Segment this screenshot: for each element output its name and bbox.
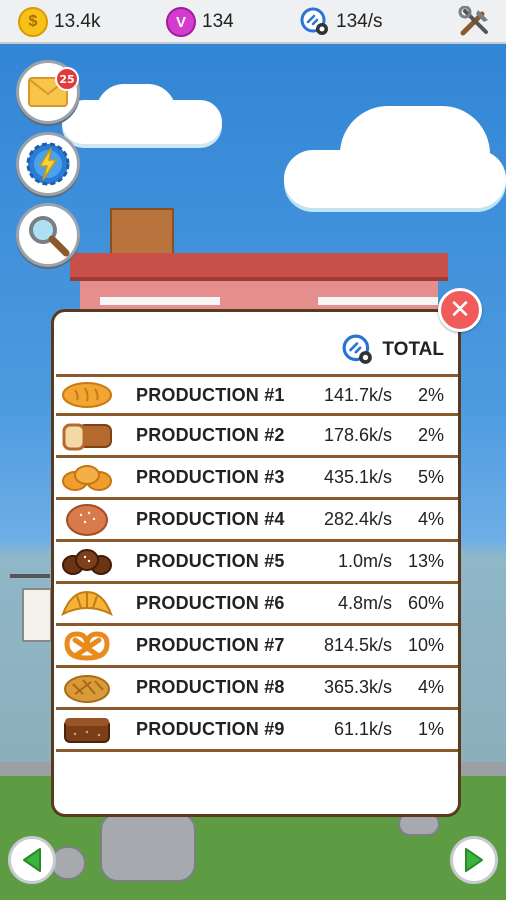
row-percent: 13%	[407, 551, 444, 571]
pretzel-icon	[64, 630, 110, 660]
boost-button[interactable]	[16, 132, 80, 196]
search-button[interactable]	[16, 203, 80, 267]
row-percent: 4%	[417, 677, 444, 697]
cob-loaf-icon	[64, 674, 110, 703]
buns-icon	[62, 464, 112, 491]
row-rate: 365.3k/s	[323, 677, 392, 697]
gem-icon: V	[166, 7, 196, 37]
total-header: TOTAL	[342, 334, 444, 366]
settings-tools-icon[interactable]	[458, 6, 492, 38]
production-row[interactable]: PRODUCTION #8 365.3k/s 4%	[56, 668, 458, 710]
coin-icon: $	[18, 7, 48, 37]
lightning-gear-icon	[26, 142, 70, 186]
rye-loaf-icon	[64, 717, 110, 743]
gauge-gear-icon	[300, 7, 328, 35]
row-rate: 814.5k/s	[323, 635, 392, 655]
production-row[interactable]: PRODUCTION #9 61.1k/s 1%	[56, 710, 458, 752]
cloud	[96, 84, 176, 140]
gem-amount: 134	[202, 11, 234, 32]
production-row[interactable]: PRODUCTION #3 435.1k/s 5%	[56, 458, 458, 500]
row-name: PRODUCTION #4	[136, 509, 285, 529]
toast-loaf-icon	[62, 423, 112, 450]
shop-sign-board	[22, 588, 52, 642]
row-rate: 141.7k/s	[323, 384, 392, 405]
row-rate: 435.1k/s	[323, 467, 392, 487]
coin-counter: $ 13.4k	[18, 6, 100, 38]
resource-bar: $ 13.4k V 134 134/s	[0, 0, 506, 44]
row-rate: 282.4k/s	[323, 509, 392, 529]
row-name: PRODUCTION #5	[136, 551, 285, 571]
cloud	[340, 106, 490, 202]
window	[100, 297, 220, 305]
croissant-icon	[61, 590, 113, 616]
total-label: TOTAL	[382, 339, 444, 360]
production-row[interactable]: PRODUCTION #4 282.4k/s 4%	[56, 500, 458, 542]
previous-arrow-button[interactable]	[8, 836, 56, 884]
row-name: PRODUCTION #3	[136, 467, 285, 487]
gem-counter: V 134	[166, 6, 234, 38]
close-button[interactable]: ✕	[438, 288, 482, 332]
row-percent: 60%	[407, 593, 444, 613]
row-percent: 5%	[417, 467, 444, 487]
row-name: PRODUCTION #9	[136, 719, 285, 739]
row-rate: 1.0m/s	[337, 551, 392, 571]
production-panel: TOTAL PRODUCTION #1 141.7k/s 2% PRODUCTI…	[51, 309, 461, 817]
row-rate: 61.1k/s	[333, 719, 392, 739]
production-rate: 134/s	[300, 6, 382, 38]
window	[318, 297, 438, 305]
mail-badge: 25	[55, 67, 79, 91]
row-name: PRODUCTION #1	[136, 384, 285, 405]
next-arrow-button[interactable]	[450, 836, 498, 884]
shop-sign	[10, 574, 50, 578]
coin-amount: 13.4k	[54, 11, 101, 32]
close-icon: ✕	[449, 295, 471, 325]
row-percent: 10%	[407, 635, 444, 655]
stone	[100, 812, 196, 882]
row-percent: 4%	[417, 509, 444, 529]
round-bread-icon	[66, 503, 108, 536]
mail-button[interactable]: 25	[16, 60, 80, 124]
chimney	[110, 208, 174, 256]
row-percent: 2%	[417, 384, 444, 405]
production-row[interactable]: PRODUCTION #6 4.8m/s 60%	[56, 584, 458, 626]
bread-loaf-icon	[62, 382, 112, 408]
magnifier-icon	[29, 216, 70, 257]
production-row[interactable]: PRODUCTION #1 141.7k/s 2%	[56, 374, 458, 416]
row-percent: 2%	[417, 425, 444, 445]
row-rate: 178.6k/s	[323, 425, 392, 445]
production-list: PRODUCTION #1 141.7k/s 2% PRODUCTION #2 …	[56, 374, 458, 752]
row-name: PRODUCTION #8	[136, 677, 285, 697]
production-row[interactable]: PRODUCTION #5 1.0m/s 13%	[56, 542, 458, 584]
arrow-left-icon	[23, 848, 41, 872]
dark-buns-icon	[62, 548, 112, 575]
row-name: PRODUCTION #6	[136, 593, 285, 613]
rate-amount: 134/s	[336, 11, 383, 32]
roof	[70, 253, 448, 281]
production-row[interactable]: PRODUCTION #7 814.5k/s 10%	[56, 626, 458, 668]
production-row[interactable]: PRODUCTION #2 178.6k/s 2%	[56, 416, 458, 458]
arrow-right-icon	[465, 848, 483, 872]
row-name: PRODUCTION #2	[136, 425, 285, 445]
row-rate: 4.8m/s	[337, 593, 392, 613]
row-name: PRODUCTION #7	[136, 635, 285, 655]
gauge-gear-icon	[342, 334, 373, 364]
row-percent: 1%	[417, 719, 444, 739]
